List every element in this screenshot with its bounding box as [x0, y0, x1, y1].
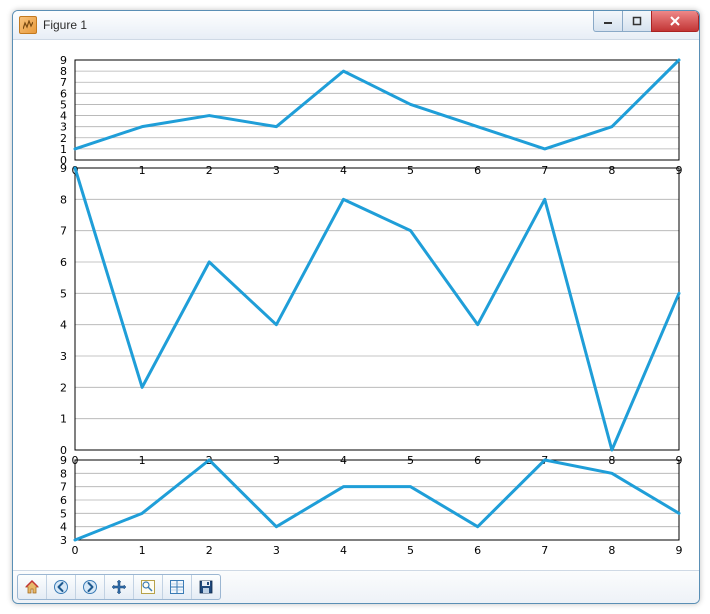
svg-text:8: 8 — [60, 467, 67, 480]
svg-text:2: 2 — [60, 132, 67, 145]
svg-text:6: 6 — [474, 544, 481, 557]
svg-text:8: 8 — [608, 164, 615, 177]
svg-text:5: 5 — [60, 507, 67, 520]
window-controls — [594, 11, 699, 31]
app-icon — [19, 16, 37, 34]
svg-text:8: 8 — [608, 544, 615, 557]
close-button[interactable] — [651, 11, 699, 32]
svg-text:4: 4 — [340, 544, 347, 557]
svg-text:7: 7 — [541, 544, 548, 557]
zoom-button[interactable] — [134, 575, 163, 599]
svg-text:1: 1 — [139, 544, 146, 557]
svg-text:9: 9 — [60, 454, 67, 467]
svg-text:7: 7 — [541, 164, 548, 177]
svg-text:2: 2 — [206, 164, 213, 177]
svg-text:0: 0 — [72, 544, 79, 557]
home-button[interactable] — [18, 575, 47, 599]
svg-text:2: 2 — [60, 381, 67, 394]
svg-text:1: 1 — [60, 413, 67, 426]
series-middle — [75, 168, 679, 450]
svg-text:9: 9 — [60, 54, 67, 67]
svg-text:3: 3 — [60, 121, 67, 134]
svg-text:3: 3 — [273, 164, 280, 177]
svg-text:4: 4 — [340, 164, 347, 177]
svg-text:7: 7 — [60, 481, 67, 494]
svg-text:9: 9 — [60, 162, 67, 175]
svg-text:8: 8 — [60, 65, 67, 78]
svg-text:5: 5 — [407, 164, 414, 177]
svg-text:5: 5 — [60, 287, 67, 300]
maximize-button[interactable] — [622, 11, 652, 32]
titlebar: Figure 1 — [13, 11, 699, 40]
svg-text:4: 4 — [60, 319, 67, 332]
svg-text:6: 6 — [60, 256, 67, 269]
svg-text:3: 3 — [60, 350, 67, 363]
toolbar — [13, 570, 699, 603]
svg-text:7: 7 — [60, 225, 67, 238]
svg-text:6: 6 — [60, 494, 67, 507]
forward-button[interactable] — [76, 575, 105, 599]
svg-text:9: 9 — [676, 544, 683, 557]
svg-text:4: 4 — [60, 521, 67, 534]
minimize-button[interactable] — [593, 11, 623, 32]
save-button[interactable] — [192, 575, 220, 599]
svg-text:1: 1 — [60, 143, 67, 156]
pan-button[interactable] — [105, 575, 134, 599]
svg-text:2: 2 — [206, 544, 213, 557]
subplots-button[interactable] — [163, 575, 192, 599]
svg-text:6: 6 — [60, 87, 67, 100]
svg-text:4: 4 — [60, 110, 67, 123]
figure-window: Figure 1 0123456789012345678901234567890… — [12, 10, 700, 604]
svg-text:6: 6 — [474, 164, 481, 177]
svg-text:1: 1 — [139, 164, 146, 177]
svg-text:8: 8 — [60, 193, 67, 206]
svg-text:3: 3 — [273, 544, 280, 557]
toolbar-group — [17, 574, 221, 600]
back-button[interactable] — [47, 575, 76, 599]
svg-text:3: 3 — [60, 534, 67, 547]
svg-text:5: 5 — [60, 98, 67, 111]
svg-text:5: 5 — [407, 544, 414, 557]
window-title: Figure 1 — [43, 18, 87, 32]
svg-text:7: 7 — [60, 76, 67, 89]
plot-area[interactable]: 0123456789012345678901234567890123456789… — [13, 40, 699, 570]
